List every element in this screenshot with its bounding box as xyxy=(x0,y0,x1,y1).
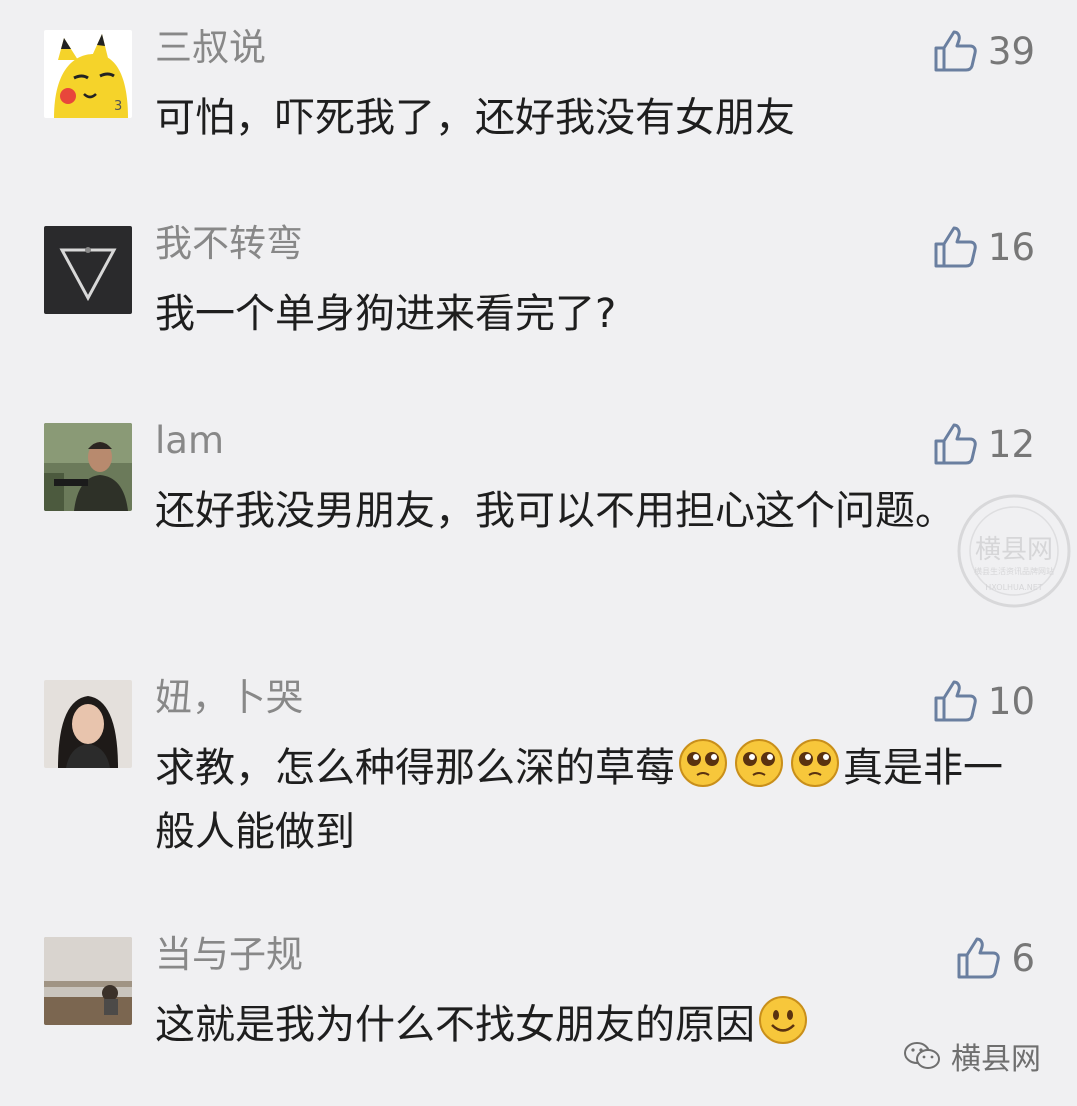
watermark-text: 横县网 xyxy=(975,535,1053,565)
username[interactable]: 当与子规 xyxy=(155,933,303,977)
like-count: 12 xyxy=(987,422,1035,466)
thumbs-up-icon xyxy=(934,680,977,722)
footer-brand: 横县网 xyxy=(903,1034,1041,1078)
avatar[interactable]: 3 xyxy=(44,30,132,118)
watermark-seal: 横县网 横县生活资讯品牌网站 HXOLHUA.NET xyxy=(957,494,1071,608)
avatar[interactable] xyxy=(44,680,132,768)
pleading-emoji-icon xyxy=(735,739,783,787)
pleading-emoji-icon xyxy=(679,739,727,787)
smile-emoji-icon xyxy=(759,996,807,1044)
comment-text: 我一个单身狗进来看完了? xyxy=(155,291,617,337)
username[interactable]: lam xyxy=(155,419,224,463)
comment-list: 3 三叔说 39 可怕，吓死我了，还好我没有女朋友 我不转弯 16 我一个单身狗… xyxy=(0,0,1077,1106)
watermark-url: HXOLHUA.NET xyxy=(985,583,1043,592)
username[interactable]: 三叔说 xyxy=(155,26,266,70)
avatar[interactable] xyxy=(44,937,132,1025)
comment-text: 还好我没男朋友，我可以不用担心这个问题。 xyxy=(155,488,955,534)
like-count: 6 xyxy=(1011,936,1035,980)
avatar[interactable] xyxy=(44,423,132,511)
like-count: 10 xyxy=(987,679,1035,723)
comment-text: 可怕，吓死我了，还好我没有女朋友 xyxy=(155,95,795,141)
like-count: 16 xyxy=(987,225,1035,269)
like-button[interactable]: 6 xyxy=(955,933,1035,983)
like-count: 39 xyxy=(987,29,1035,73)
like-button[interactable]: 16 xyxy=(932,222,1035,272)
username[interactable]: 妞，卜哭 xyxy=(155,676,303,720)
comment-text: 求教，怎么种得那么深的草莓 真是非一般人能做到 xyxy=(155,736,1015,864)
thumbs-up-icon xyxy=(934,30,977,72)
footer-brand-text: 横县网 xyxy=(951,1042,1041,1077)
comment-text-part: 这就是我为什么不找女朋友的原因 xyxy=(155,1002,755,1048)
like-button[interactable]: 10 xyxy=(932,676,1035,726)
like-button[interactable]: 39 xyxy=(932,26,1035,76)
wechat-icon xyxy=(904,1042,940,1069)
svg-text:3: 3 xyxy=(114,99,122,114)
avatar[interactable] xyxy=(44,226,132,314)
thumbs-up-icon xyxy=(957,937,1001,979)
pleading-emoji-icon xyxy=(791,739,839,787)
watermark-subtext: 横县生活资讯品牌网站 xyxy=(974,566,1054,576)
comment-text-part: 求教，怎么种得那么深的草莓 xyxy=(155,745,675,791)
thumbs-up-icon xyxy=(934,226,977,268)
thumbs-up-icon xyxy=(934,423,977,465)
like-button[interactable]: 12 xyxy=(932,419,1035,469)
comment-text: 这就是我为什么不找女朋友的原因 xyxy=(155,993,1015,1057)
username[interactable]: 我不转弯 xyxy=(155,222,303,266)
